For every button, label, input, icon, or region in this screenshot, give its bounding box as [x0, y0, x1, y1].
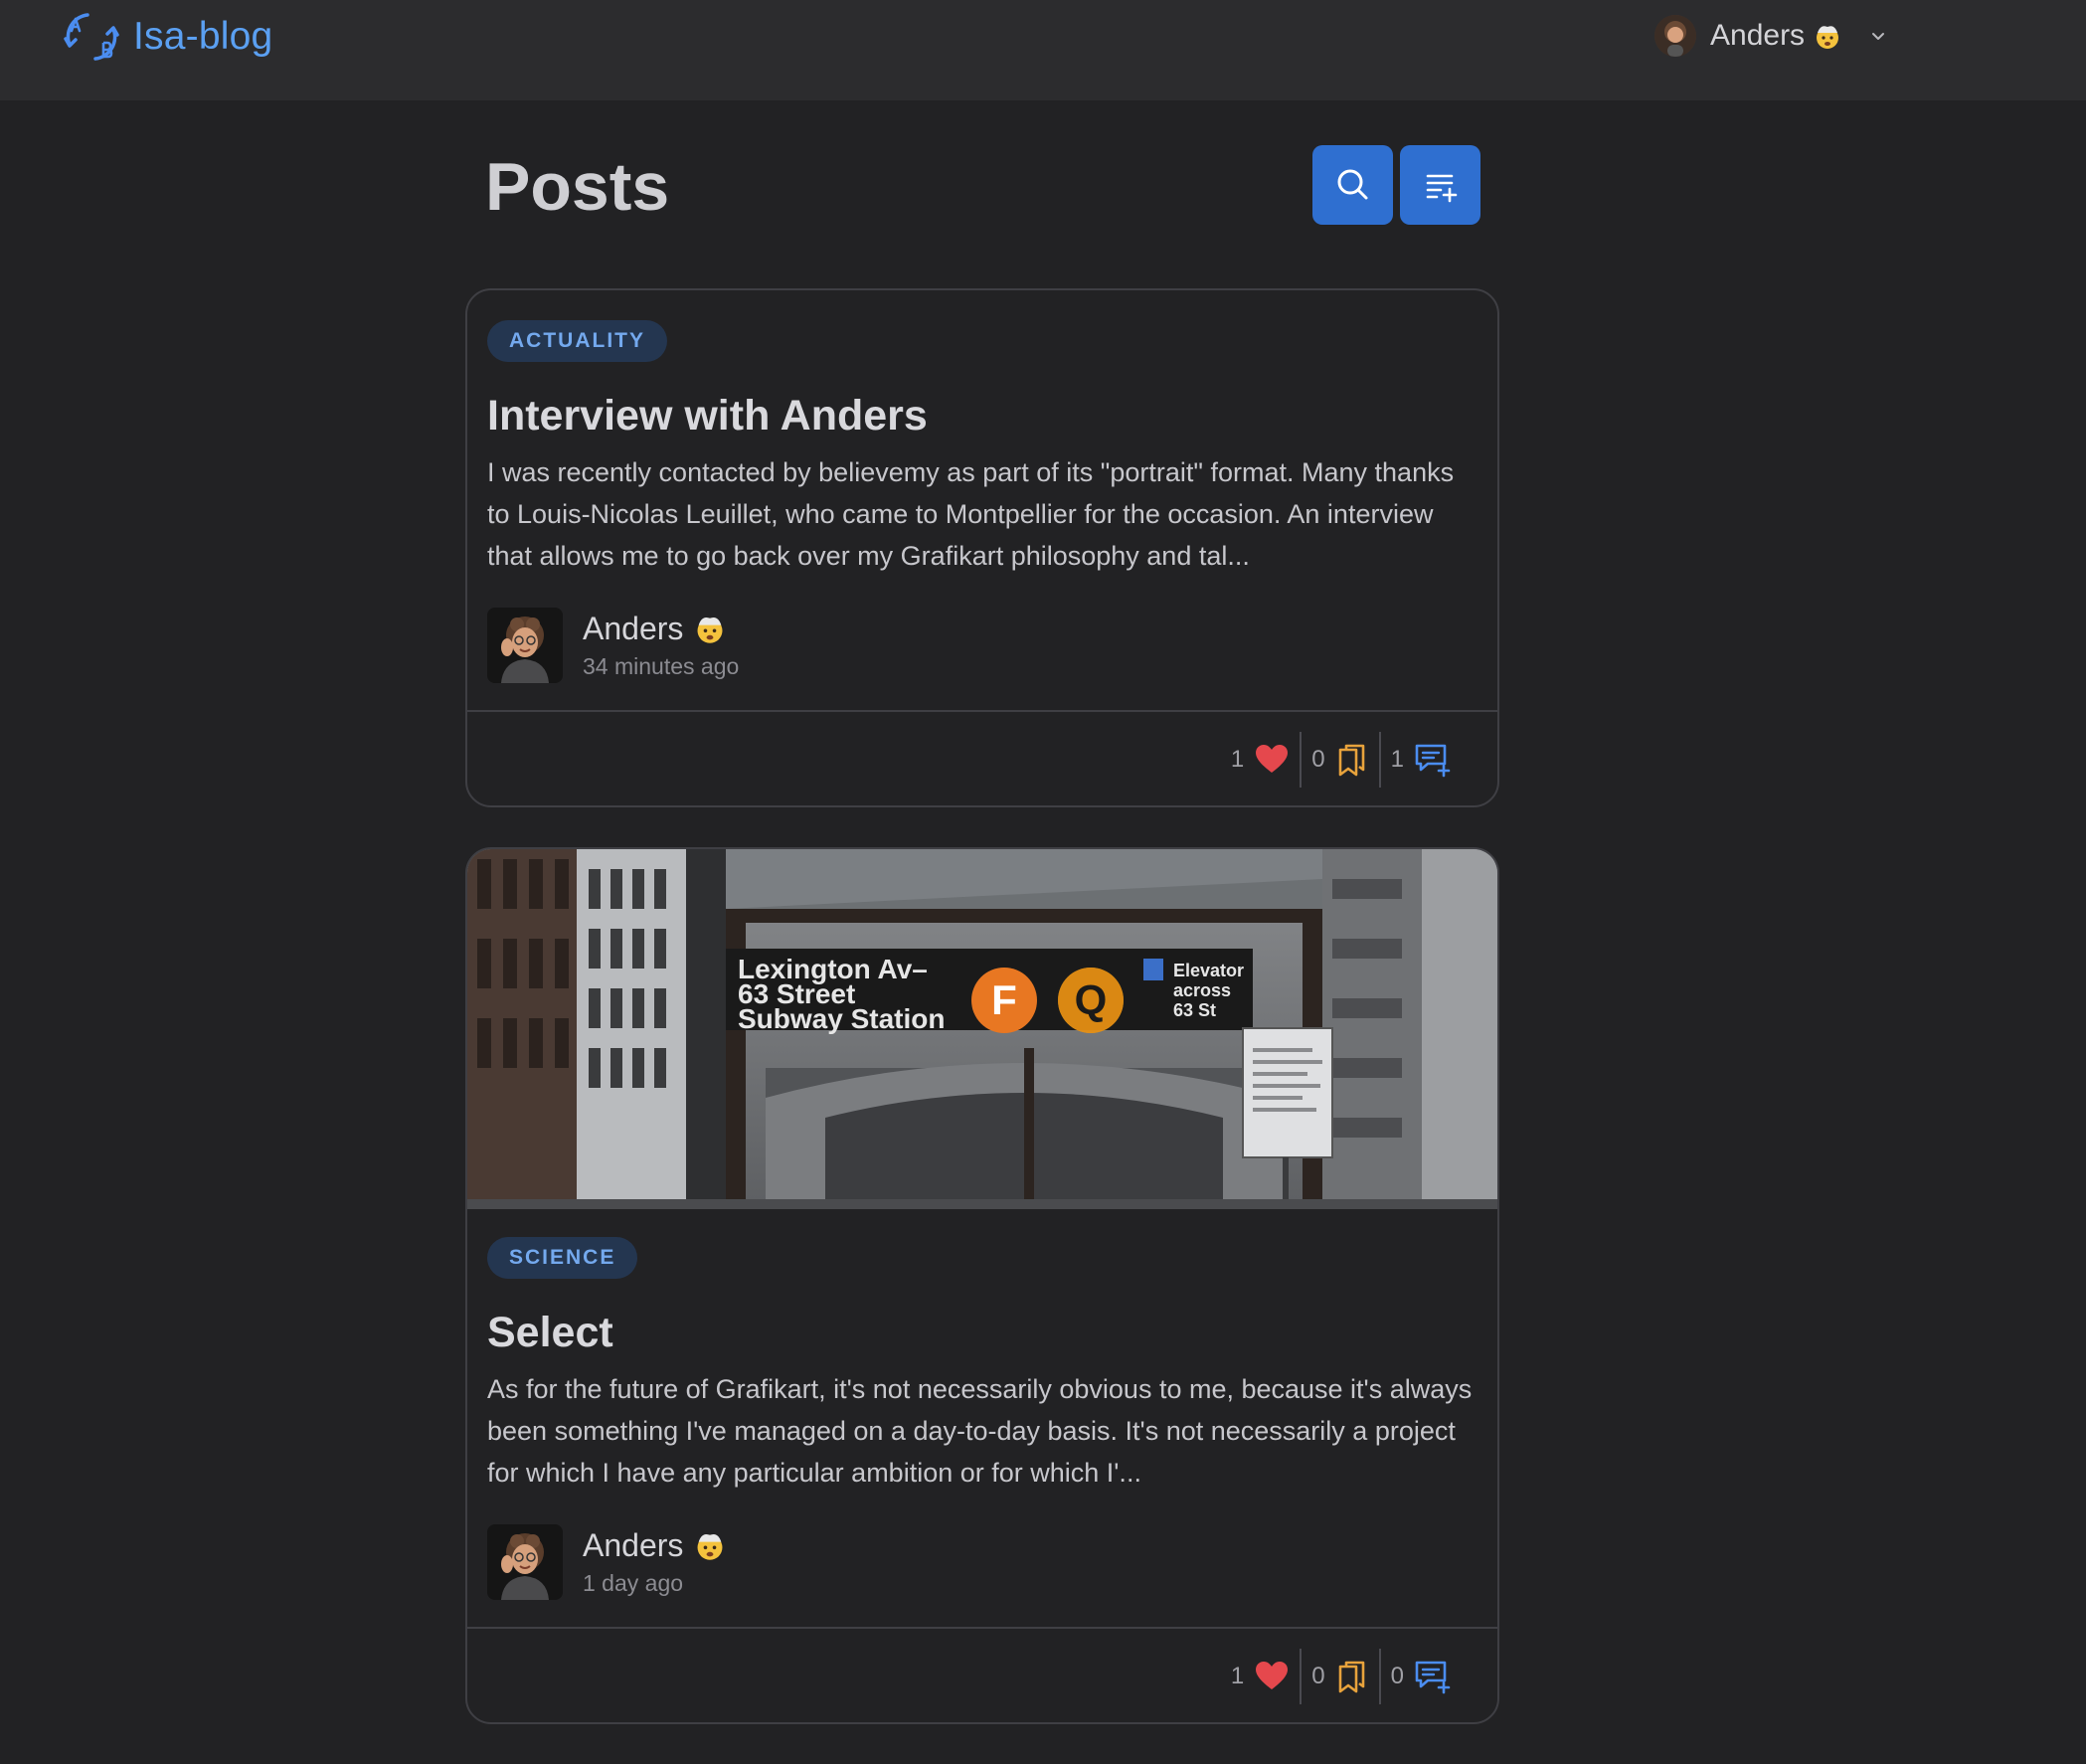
like-button[interactable]: 1 — [1231, 732, 1290, 788]
page-title: Posts — [485, 149, 670, 225]
bookmark-button[interactable]: 0 — [1311, 1649, 1368, 1704]
route-q: Q — [1075, 976, 1108, 1023]
heart-icon — [1256, 745, 1289, 773]
exploding-head-emoji-icon — [697, 1533, 723, 1560]
author-meta: Anders 34 minutes ago — [583, 609, 739, 682]
author-name-text: Anders — [583, 1527, 684, 1563]
author-name[interactable]: Anders — [583, 609, 739, 648]
post-title[interactable]: Interview with Anders — [487, 390, 1478, 441]
post-stats: 1 0 0 — [1231, 1649, 1452, 1704]
add-comment-icon — [1415, 744, 1451, 778]
post-card[interactable]: Lexington Av– 63 Street Subway Station F… — [465, 847, 1499, 1724]
post-excerpt: As for the future of Grafikart, it's not… — [487, 1374, 1473, 1488]
search-icon — [1337, 169, 1367, 200]
like-count: 1 — [1230, 746, 1245, 773]
post-footer: 1 0 0 — [467, 1627, 1497, 1722]
post-body: ACTUALITY Interview with Anders I was re… — [487, 320, 1478, 684]
post-author: Anders 34 minutes ago — [487, 607, 1478, 684]
exploding-head-emoji-icon — [697, 617, 723, 643]
subway-station-photo: Lexington Av– 63 Street Subway Station F… — [467, 849, 1497, 1209]
top-navbar: Isa-blog Anders — [0, 0, 2086, 100]
elevator-line-3: 63 St — [1173, 1000, 1216, 1020]
divider — [1378, 1649, 1381, 1704]
comment-button[interactable]: 0 — [1391, 1649, 1452, 1704]
bookmark-button[interactable]: 0 — [1311, 732, 1368, 788]
author-avatar[interactable] — [487, 1524, 563, 1600]
add-post-button[interactable] — [1400, 145, 1480, 225]
brand-name: Isa-blog — [133, 15, 273, 58]
post-excerpt: I was recently contacted by believemy as… — [487, 457, 1455, 571]
post-stats: 1 0 1 — [1231, 732, 1452, 788]
comment-button[interactable]: 1 — [1391, 732, 1452, 788]
post-cover-image[interactable]: Lexington Av– 63 Street Subway Station F… — [467, 849, 1497, 1209]
ab-translate-logo-icon — [64, 13, 119, 61]
category-badge[interactable]: ACTUALITY — [487, 320, 667, 362]
post-title[interactable]: Select — [487, 1307, 1478, 1358]
divider — [1300, 1649, 1303, 1704]
elevator-line-1: Elevator — [1173, 961, 1244, 980]
chevron-down-icon — [1872, 33, 1885, 40]
bookmark-icon — [1338, 744, 1364, 777]
exploding-head-emoji-icon — [1817, 26, 1839, 49]
post-author: Anders 1 day ago — [487, 1523, 1478, 1601]
bookmark-icon — [1338, 1661, 1364, 1693]
author-name[interactable]: Anders — [583, 1525, 727, 1565]
like-count: 1 — [1230, 1663, 1245, 1689]
divider — [1300, 732, 1303, 788]
author-avatar[interactable] — [487, 608, 563, 683]
avatar — [1654, 15, 1696, 57]
post-time: 1 day ago — [583, 1570, 684, 1596]
sign-line-3: Subway Station — [738, 1003, 945, 1034]
elevator-line-2: across — [1173, 980, 1231, 1000]
post-time: 34 minutes ago — [583, 653, 740, 679]
user-menu[interactable]: Anders — [1654, 14, 1888, 58]
comment-count: 1 — [1390, 746, 1404, 773]
brand-link[interactable]: Isa-blog — [64, 8, 272, 66]
search-button[interactable] — [1312, 145, 1393, 225]
user-name: Anders — [1710, 19, 1806, 52]
post-card[interactable]: ACTUALITY Interview with Anders I was re… — [465, 288, 1499, 807]
category-badge[interactable]: SCIENCE — [487, 1237, 638, 1279]
post-body: SCIENCE Select As for the future of Graf… — [487, 1237, 1478, 1601]
author-meta: Anders 1 day ago — [583, 1525, 727, 1599]
comment-count: 0 — [1390, 1663, 1404, 1689]
post-footer: 1 0 1 — [467, 710, 1497, 805]
heart-icon — [1256, 1662, 1289, 1689]
route-f: F — [991, 976, 1017, 1023]
bookmark-count: 0 — [1311, 746, 1325, 773]
author-name-text: Anders — [583, 611, 684, 646]
divider — [1378, 732, 1381, 788]
bookmark-count: 0 — [1311, 1663, 1325, 1689]
add-post-icon — [1426, 174, 1457, 203]
like-button[interactable]: 1 — [1231, 1649, 1290, 1704]
add-comment-icon — [1415, 1661, 1451, 1694]
